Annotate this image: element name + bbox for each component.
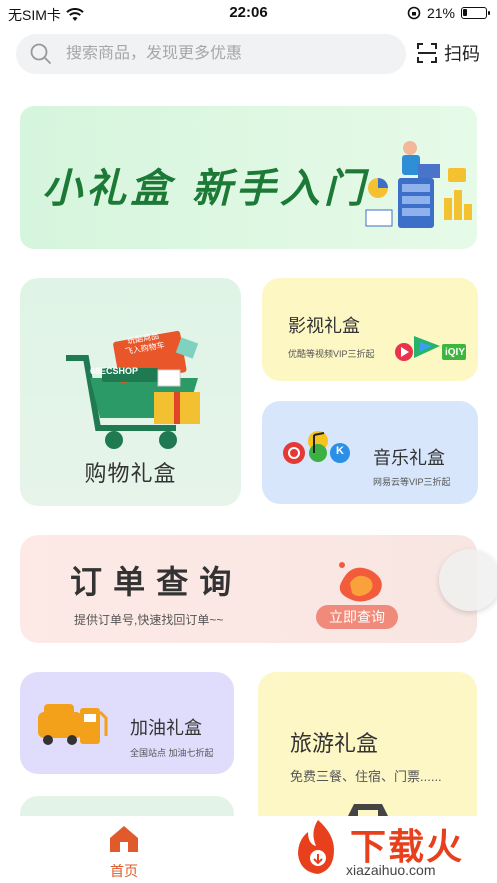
travel-title: 旅游礼盒 xyxy=(290,731,379,756)
status-bar: 无SIM卡 22:06 21% xyxy=(0,0,497,28)
rotation-lock-icon xyxy=(407,6,421,20)
order-title: 订 单 查 询 xyxy=(70,563,232,601)
fuel-pump-illustration xyxy=(38,704,108,745)
watermark: 下载火 xiazaihuo.com xyxy=(290,816,497,883)
query-now-button[interactable]: 立即查询 xyxy=(316,605,398,629)
banner-carousel[interactable]: 小礼盒 新手入门 xyxy=(20,106,477,249)
status-right: 21% xyxy=(407,5,490,21)
fuel-subtitle: 全国站点 加油七折起 xyxy=(130,748,214,758)
video-subtitle: 优酷等视频VIP三折起 xyxy=(288,349,375,359)
banner-title: 小礼盒 新手入门 xyxy=(42,165,368,212)
tab-home-label: 首页 xyxy=(110,863,138,879)
scan-icon xyxy=(417,43,437,63)
iqiyi-logo-text: iQIY xyxy=(445,347,466,358)
tab-home[interactable]: 首页 xyxy=(96,824,152,881)
music-title: 音乐礼盒 xyxy=(373,448,445,468)
cart-badge-text: 68ECSHOP xyxy=(90,366,139,376)
battery-percent: 21% xyxy=(426,5,455,21)
tab-bar: 首页 下载火 xiazaihuo.com xyxy=(0,816,497,883)
watermark-domain: xiazaihuo.com xyxy=(346,862,436,878)
watermark-flame-logo-icon xyxy=(298,820,334,874)
search-bar[interactable] xyxy=(16,34,406,74)
banner-illustration xyxy=(365,141,472,228)
order-subtitle: 提供订单号,快速找回订单~~ xyxy=(74,613,224,627)
shopping-title: 购物礼盒 xyxy=(84,461,177,486)
fuel-gift-card[interactable]: 加油礼盒 全国站点 加油七折起 xyxy=(20,672,234,774)
music-gift-card[interactable]: K 音乐礼盒 网易云等VIP三折起 xyxy=(262,401,478,504)
search-fire-illustration xyxy=(339,562,382,602)
floating-assist-button[interactable] xyxy=(439,549,497,611)
music-subtitle: 网易云等VIP三折起 xyxy=(373,477,451,487)
video-title: 影视礼盒 xyxy=(288,316,360,336)
fuel-title: 加油礼盒 xyxy=(130,718,202,738)
battery-fill xyxy=(463,9,467,16)
shopping-gift-card[interactable]: 玩酷商品 飞入购物车 68ECSHOP 购物礼盒 xyxy=(20,278,241,506)
travel-gift-card[interactable]: 旅游礼盒 免费三餐、住宿、门票...... xyxy=(258,672,477,832)
kugou-logo-text: K xyxy=(336,445,344,457)
search-icon xyxy=(30,43,51,64)
travel-subtitle: 免费三餐、住宿、门票...... xyxy=(290,769,442,784)
video-gift-card[interactable]: 影视礼盒 优酷等视频VIP三折起 iQIY xyxy=(262,278,478,381)
battery-icon xyxy=(461,7,490,19)
music-app-logos-icon xyxy=(283,431,350,464)
order-query-card[interactable]: 订 单 查 询 提供订单号,快速找回订单~~ 立即查询 xyxy=(20,535,477,643)
scan-button[interactable]: 扫码 xyxy=(416,40,480,66)
search-input[interactable] xyxy=(66,45,386,63)
home-icon xyxy=(110,826,138,852)
scan-label: 扫码 xyxy=(444,44,480,64)
